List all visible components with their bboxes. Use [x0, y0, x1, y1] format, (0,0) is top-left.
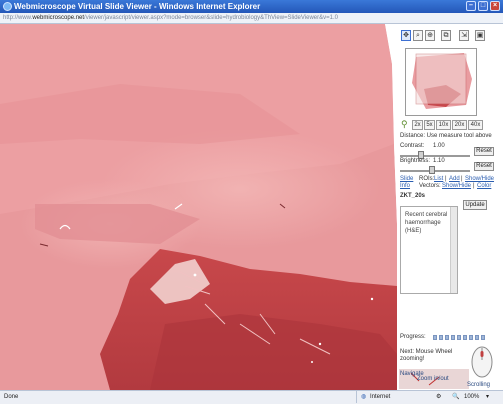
- magnifier-icon: ⚲: [401, 119, 408, 129]
- print-tool-icon[interactable]: ▣: [475, 30, 485, 41]
- separator: |: [461, 176, 463, 182]
- rois-label: ROIs:: [419, 176, 435, 182]
- protected-mode-icon[interactable]: ⚙: [436, 391, 441, 404]
- address-prefix: http://www.: [3, 15, 33, 21]
- browser-icon: [3, 2, 12, 11]
- zoom-2x-button[interactable]: 2x: [412, 120, 423, 130]
- slide-thumbnail[interactable]: [405, 48, 477, 116]
- slide-viewport[interactable]: [0, 24, 398, 390]
- window-title: Webmicroscope Virtual Slide Viewer - Win…: [14, 2, 261, 11]
- separator: |: [445, 176, 447, 182]
- contrast-reset-button[interactable]: Reset: [474, 147, 494, 156]
- help-next-text: Next: Mouse Wheel zooming!: [400, 349, 453, 362]
- contrast-value: 1.00: [433, 143, 445, 149]
- separator: |: [473, 183, 475, 189]
- zone-label: Internet: [370, 394, 391, 400]
- status-zoom-icon: 🔍: [452, 394, 460, 400]
- contrast-slider[interactable]: [400, 155, 470, 157]
- progress-segment: [439, 335, 443, 340]
- slide-image: [0, 24, 397, 390]
- progress-segment: [451, 335, 455, 340]
- vector-show-hide-link[interactable]: Show/Hide: [442, 183, 471, 189]
- help-scrolling-label: Scrolling: [467, 382, 491, 388]
- control-panel: ✥ ⌕ ⊕ ⧉ ⇲ ▣ ⚲ 2x 5x 10x 20x 40x Distance…: [397, 24, 503, 390]
- update-button[interactable]: Update: [463, 200, 487, 210]
- brightness-slider-knob[interactable]: [428, 166, 435, 174]
- zoom-40x-button[interactable]: 40x: [468, 120, 483, 130]
- zoom-20x-button[interactable]: 20x: [452, 120, 467, 130]
- status-zoom-value[interactable]: 100%: [464, 391, 479, 404]
- status-bar: Done ◍ Internet ⚙ 🔍 100% ▾: [0, 390, 503, 404]
- zoom-10x-button[interactable]: 10x: [436, 120, 451, 130]
- progress-segment: [457, 335, 461, 340]
- distance-label: Distance: Use measure tool above: [400, 133, 492, 139]
- mouse-icon: [471, 346, 493, 378]
- vectors-label: Vectors:: [419, 183, 441, 189]
- roi-list-link[interactable]: List: [434, 176, 443, 182]
- maximize-icon[interactable]: □: [478, 1, 488, 11]
- zoom-5x-button[interactable]: 5x: [424, 120, 435, 130]
- status-text: Done: [4, 394, 19, 400]
- thumbnail-image: [412, 53, 472, 109]
- view-tool-icon[interactable]: ⧉: [441, 30, 451, 41]
- close-icon[interactable]: ×: [490, 1, 500, 11]
- zoom-tool-icon[interactable]: ⌕: [413, 30, 423, 41]
- annotation-text: Recent cerebral haemorrhage (H&E): [405, 212, 448, 234]
- window-title-bar: Webmicroscope Virtual Slide Viewer - Win…: [0, 0, 503, 13]
- brightness-slider[interactable]: [400, 170, 470, 172]
- slide-info-link-line2[interactable]: Info: [400, 183, 410, 189]
- roi-show-hide-link[interactable]: Show/Hide: [465, 176, 494, 182]
- brightness-value: 1.10: [433, 158, 445, 164]
- progress-label: Progress:: [400, 334, 426, 340]
- pan-tool-icon[interactable]: ✥: [401, 30, 411, 41]
- address-path: /viewer/javascript/viewer.aspx?mode=brow…: [84, 15, 338, 21]
- annotation-textarea[interactable]: Recent cerebral haemorrhage (H&E): [400, 206, 458, 294]
- zoom-dropdown-icon[interactable]: ▾: [486, 391, 489, 404]
- vector-color-link[interactable]: Color: [477, 183, 491, 189]
- address-bar[interactable]: http://www.webmicroscope.net/viewer/java…: [0, 13, 503, 24]
- annotation-name: ZKT_20s: [400, 193, 426, 199]
- roi-add-link[interactable]: Add: [449, 176, 460, 182]
- zoom-levels: ⚲ 2x 5x 10x 20x 40x: [401, 119, 501, 131]
- brightness-reset-button[interactable]: Reset: [474, 162, 494, 171]
- progress-segment: [433, 335, 437, 340]
- globe-icon: ◍: [361, 394, 367, 400]
- contrast-label: Contrast:: [400, 143, 425, 149]
- help-zoom-label: Zoom in/out: [417, 376, 449, 382]
- progress-segment: [445, 335, 449, 340]
- annotation-scrollbar[interactable]: [450, 207, 457, 293]
- thumbnail-viewport-box[interactable]: [415, 53, 467, 105]
- brightness-label: Brightness:: [400, 158, 431, 164]
- slide-info-link-line1[interactable]: Slide: [400, 176, 413, 182]
- status-divider: [356, 391, 357, 403]
- address-host: webmicroscope.net: [32, 15, 85, 21]
- minimize-icon[interactable]: –: [466, 1, 476, 11]
- fit-tool-icon[interactable]: ⇲: [459, 30, 469, 41]
- measure-tool-icon[interactable]: ⊕: [425, 30, 435, 41]
